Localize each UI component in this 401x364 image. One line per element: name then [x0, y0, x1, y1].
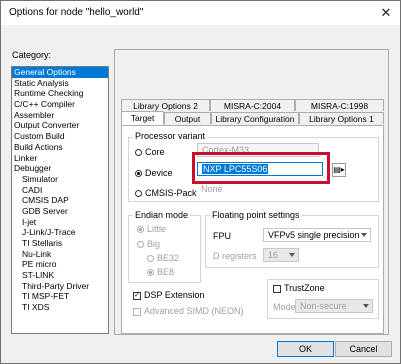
- cancel-button[interactable]: Cancel: [335, 341, 392, 357]
- category-item[interactable]: Debugger: [12, 163, 108, 174]
- tab-misra-c-1998[interactable]: MISRA-C:1998: [295, 99, 384, 111]
- category-item[interactable]: J-Link/J-Trace: [12, 227, 108, 238]
- ok-button[interactable]: OK: [277, 341, 334, 357]
- dsp-extension-checkbox[interactable]: ✓: [133, 292, 141, 300]
- core-label: Core: [145, 147, 165, 157]
- device-label: Device: [145, 168, 173, 178]
- cmsis-pack-radio[interactable]: [135, 190, 142, 197]
- d-registers-value: 16: [268, 250, 279, 260]
- processor-variant-label: Processor variant: [133, 131, 208, 141]
- fpu-label: FPU: [213, 231, 231, 241]
- category-item[interactable]: Static Analysis: [12, 78, 108, 89]
- trustzone-checkbox[interactable]: [273, 285, 281, 293]
- chevron-down-icon: [289, 253, 295, 257]
- advanced-simd-checkbox[interactable]: [133, 308, 141, 316]
- chevron-down-icon: [361, 233, 367, 237]
- device-radio[interactable]: [135, 170, 142, 177]
- chevron-down-icon: [363, 304, 369, 308]
- category-item[interactable]: TI Stellaris: [12, 238, 108, 249]
- category-item[interactable]: General Options: [12, 67, 108, 78]
- tab-output[interactable]: Output: [164, 112, 211, 124]
- category-item[interactable]: Linker: [12, 153, 108, 164]
- floating-point-label: Floating point settings: [210, 210, 302, 220]
- tab-library-options-1[interactable]: Library Options 1: [299, 112, 384, 124]
- be8-radio[interactable]: [147, 269, 154, 276]
- category-item[interactable]: TI MSP-FET: [12, 291, 108, 302]
- device-highlight-box: [192, 152, 330, 184]
- tab-library-options-2[interactable]: Library Options 2: [121, 99, 210, 111]
- tab-target[interactable]: Target: [121, 111, 164, 125]
- dsp-extension-label: DSP Extension: [144, 290, 205, 300]
- category-item[interactable]: Third-Party Driver: [12, 281, 108, 292]
- big-radio[interactable]: [137, 241, 144, 248]
- window-title: Options for node "hello_world": [9, 7, 144, 18]
- category-item[interactable]: Nu-Link: [12, 249, 108, 260]
- category-item[interactable]: Output Converter: [12, 120, 108, 131]
- tab-misra-c-2004[interactable]: MISRA-C:2004: [210, 99, 295, 111]
- fpu-select[interactable]: VFPv5 single precision: [263, 228, 371, 242]
- category-label: Category:: [12, 50, 52, 60]
- endian-mode-label: Endian mode: [133, 210, 191, 220]
- core-radio[interactable]: [135, 149, 142, 156]
- category-item[interactable]: Build Actions: [12, 142, 108, 153]
- category-item[interactable]: CADI: [12, 185, 108, 196]
- d-registers-label: D registers: [213, 251, 257, 261]
- d-registers-select[interactable]: 16: [263, 248, 299, 262]
- category-item[interactable]: I-jet: [12, 217, 108, 228]
- title-bar: Options for node "hello_world" ✕: [1, 1, 400, 25]
- little-radio[interactable]: [137, 226, 144, 233]
- options-dialog: Options for node "hello_world" ✕ Categor…: [0, 0, 401, 364]
- category-item[interactable]: Assembler: [12, 110, 108, 121]
- category-list[interactable]: General Options Static Analysis Runtime Ch…: [11, 66, 109, 334]
- category-item[interactable]: TI XDS: [12, 302, 108, 313]
- category-item[interactable]: GDB Server: [12, 206, 108, 217]
- tab-library-configuration[interactable]: Library Configuration: [211, 112, 299, 124]
- cmsis-pack-label: CMSIS-Pack: [145, 188, 197, 198]
- category-item[interactable]: C/C++ Compiler: [12, 99, 108, 110]
- be8-label: BE8: [157, 267, 175, 277]
- mode-select[interactable]: Non-secure: [295, 299, 373, 313]
- big-label: Big: [147, 239, 161, 249]
- category-item[interactable]: ST-LINK: [12, 270, 108, 281]
- fpu-value: VFPv5 single precision: [268, 230, 360, 240]
- little-label: Little: [147, 224, 167, 234]
- close-icon[interactable]: ✕: [376, 4, 396, 22]
- category-item[interactable]: PE micro: [12, 259, 108, 270]
- device-select-icon[interactable]: ▤▸: [332, 163, 346, 177]
- mode-value: Non-secure: [300, 301, 347, 311]
- category-item[interactable]: Custom Build: [12, 131, 108, 142]
- be32-label: BE32: [157, 253, 180, 263]
- category-item[interactable]: Runtime Checking: [12, 88, 108, 99]
- category-item[interactable]: CMSIS DAP: [12, 195, 108, 206]
- mode-label: Mode: [273, 302, 296, 312]
- advanced-simd-label: Advanced SIMD (NEON): [144, 306, 244, 316]
- cmsis-pack-value: None: [201, 184, 223, 194]
- trustzone-label: TrustZone: [284, 283, 325, 293]
- be32-radio[interactable]: [147, 255, 154, 262]
- category-item[interactable]: Simulator: [12, 174, 108, 185]
